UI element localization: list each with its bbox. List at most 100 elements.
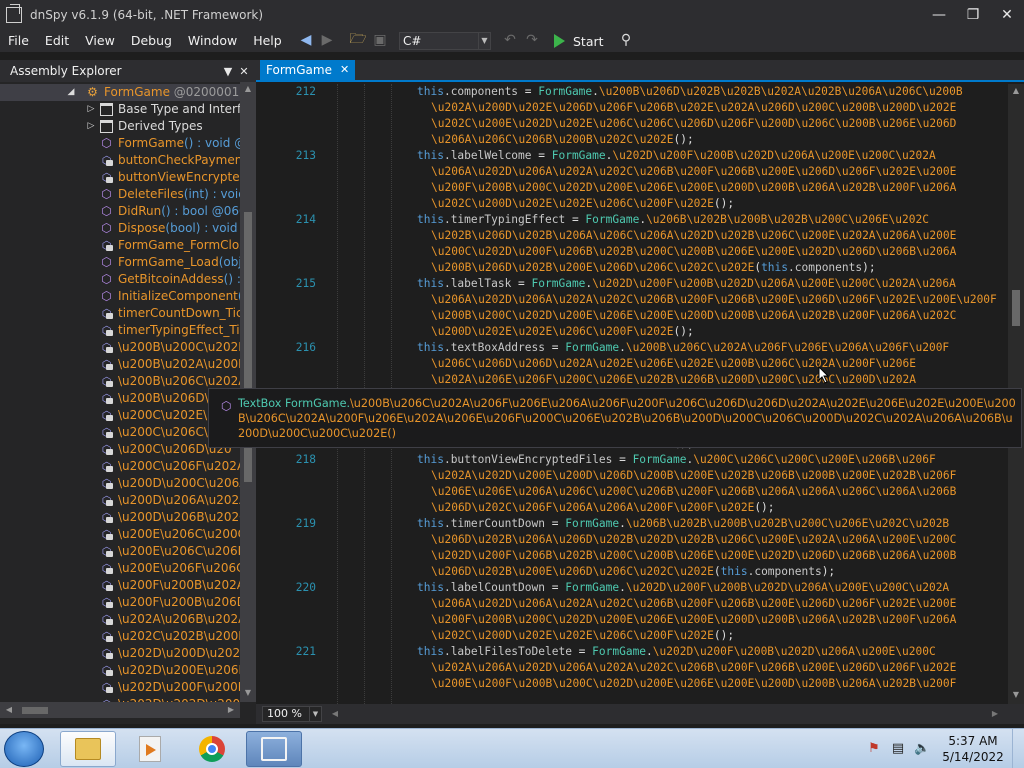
tree-node-name: DeleteFiles [118, 187, 184, 201]
tree-node-member[interactable]: ⬡ \u200B\u200C\u202E\ [0, 339, 240, 356]
tree-node-member[interactable]: ⬡ \u202D\u200F\u200B\ [0, 679, 240, 696]
tree-node-member[interactable]: ⬡ \u200B\u202A\u200E\ [0, 356, 240, 373]
action-center-flag-icon[interactable]: ⚑ [866, 741, 882, 757]
tree-node-member[interactable]: ⬡ \u202D\u200D\u202D\ [0, 645, 240, 662]
tree-node-member[interactable]: ⬡ DidRun() : bool @0600 [0, 203, 240, 220]
tree-node-folder[interactable]: ▷ Derived Types [0, 118, 240, 135]
network-icon[interactable]: ▤ [890, 741, 906, 757]
search-icon[interactable]: ⚲ [617, 31, 635, 49]
tree-node-member[interactable]: ⬡\u200C\u202E\u206 [0, 407, 240, 424]
tree-node-member[interactable]: ⬡ buttonViewEncryptedF [0, 169, 240, 186]
zoom-select[interactable]: 100 % ▼ [262, 706, 322, 722]
tree-node-name: buttonViewEncryptedF [118, 170, 240, 184]
code-text: \u206A\u202D\u206A\u202A\u202C\u206B\u20… [431, 292, 997, 308]
tab-formgame[interactable]: FormGame ✕ [260, 60, 356, 80]
editor-horizontal-scrollbar[interactable]: ◀ ▶ [328, 706, 1008, 722]
scroll-down-icon[interactable]: ▼ [240, 688, 256, 697]
windows-taskbar: ⚑ ▤ 🔈 5:37 AM 5/14/2022 [0, 728, 1024, 768]
close-icon[interactable]: ✕ [990, 0, 1024, 30]
scroll-up-icon[interactable]: ▲ [1008, 86, 1024, 95]
scroll-right-icon[interactable]: ▶ [224, 702, 238, 718]
tree-node-member[interactable]: ⬡\u200C\u206D\u20 [0, 441, 240, 458]
code-token: = [545, 581, 566, 594]
title-bar: dnSpy v6.1.9 (64-bit, .NET Framework) — … [0, 0, 1024, 30]
taskbar-dnspy[interactable] [246, 731, 302, 767]
code-text: \u206A\u206C\u206B\u200B\u202C\u202E(); [431, 132, 694, 148]
tree-node-member[interactable]: ⬡ \u200D\u206A\u202A\ [0, 492, 240, 509]
code-token: \u200D\u202E\u202E\u206C\u200F\u202E [431, 325, 674, 338]
volume-icon[interactable]: 🔈 [914, 741, 930, 757]
tree-node-member[interactable]: ⬡ \u200E\u206C\u200C\ [0, 526, 240, 543]
panel-menu-icon[interactable]: ▼ [220, 62, 236, 80]
tree-node-member[interactable]: ⬡ \u200F\u200B\u206D\ [0, 594, 240, 611]
back-arrow-icon[interactable]: ◀ [297, 31, 315, 49]
tree-node-member[interactable]: ⬡\u200B\u206D\u202E [0, 390, 240, 407]
close-tab-icon[interactable]: ✕ [340, 60, 349, 80]
taskbar-chrome[interactable] [184, 731, 240, 767]
tree-node-member[interactable]: ⬡ \u202D\u200E\u206D\ [0, 662, 240, 679]
tree-node-member[interactable]: ⬡ \u200D\u206B\u202C\ [0, 509, 240, 526]
tree-node-member[interactable]: ⬡ \u202C\u202B\u200B\ [0, 628, 240, 645]
system-clock[interactable]: 5:37 AM 5/14/2022 [940, 733, 1006, 765]
expand-icon[interactable]: ▷ [86, 118, 96, 135]
menu-file[interactable]: File [0, 30, 37, 52]
panel-close-icon[interactable]: ✕ [236, 62, 252, 80]
tree-node-formgame[interactable]: ◢ ⚙ FormGame @02000012 [0, 84, 240, 101]
tree-hscroll-thumb[interactable] [22, 707, 48, 714]
scroll-left-icon[interactable]: ◀ [2, 702, 16, 718]
code-token: this [417, 213, 444, 226]
expand-icon[interactable]: ▷ [86, 101, 96, 118]
tree-node-name: \u200B\u206C\u202A\ [118, 374, 240, 388]
menu-help[interactable]: Help [245, 30, 290, 52]
forward-arrow-icon[interactable]: ▶ [318, 31, 336, 49]
taskbar-file-explorer[interactable] [60, 731, 116, 767]
tree-node-member[interactable]: ⬡ \u200C\u206F\u202A\ [0, 458, 240, 475]
tree-node-member[interactable]: ⬡ \u200E\u206F\u206C\ [0, 560, 240, 577]
menu-debug[interactable]: Debug [123, 30, 180, 52]
tree-node-member[interactable]: ⬡ FormGame() : void @0 [0, 135, 240, 152]
tree-node-member[interactable]: ⬡ FormGame_Load(obje [0, 254, 240, 271]
scroll-down-icon[interactable]: ▼ [1008, 690, 1024, 699]
open-folder-icon[interactable]: 🗁 [349, 31, 367, 49]
minimize-icon[interactable]: — [922, 0, 956, 30]
scroll-up-icon[interactable]: ▲ [240, 84, 256, 93]
start-debug-button[interactable]: Start [554, 31, 604, 51]
tree-node-member[interactable]: ⬡ DeleteFiles(int) : void ( [0, 186, 240, 203]
lock-icon [106, 432, 113, 438]
tree-node-label: DeleteFiles(int) : void ( [118, 186, 240, 203]
windows-start-button[interactable] [4, 731, 44, 767]
tree-node-member[interactable]: ⬡ \u202A\u206B\u202A\ [0, 611, 240, 628]
scroll-right-icon[interactable]: ▶ [988, 706, 1002, 722]
menu-window[interactable]: Window [180, 30, 245, 52]
maximize-icon[interactable]: ❐ [956, 0, 990, 30]
menu-edit[interactable]: Edit [37, 30, 77, 52]
tree-node-member[interactable]: ⬡\u200C\u206C\u20 [0, 424, 240, 441]
taskbar-media-player[interactable] [122, 731, 178, 767]
tree-node-member[interactable]: ⬡ timerTypingEffect_Tic [0, 322, 240, 339]
tree-node-member[interactable]: ⬡ \u200B\u206C\u202A\ [0, 373, 240, 390]
tree-node-member[interactable]: ⬡ InitializeComponent() [0, 288, 240, 305]
undo-icon[interactable]: ↶ [501, 31, 519, 49]
redo-icon[interactable]: ↷ [523, 31, 541, 49]
tree-node-member[interactable]: ⬡ timerCountDown_Tick [0, 305, 240, 322]
tree-node-member[interactable]: ⬡ \u200E\u206C\u206D\ [0, 543, 240, 560]
tree-node-member[interactable]: ⬡ \u200F\u200B\u202A\ [0, 577, 240, 594]
collapse-icon[interactable]: ◢ [66, 84, 76, 101]
language-select[interactable]: C# ▼ [399, 32, 491, 50]
code-token: \u206E\u206E\u206A\u206C\u200C\u206B\u20… [431, 485, 957, 498]
menu-view[interactable]: View [77, 30, 123, 52]
tree-node-signature: () : bool @0600 [161, 204, 240, 218]
code-token: this [761, 261, 789, 274]
save-icon[interactable]: ▣ [371, 31, 389, 49]
show-desktop-button[interactable] [1012, 729, 1024, 768]
tree-node-member[interactable]: ⬡ \u200D\u200C\u206A\ [0, 475, 240, 492]
tree-node-folder[interactable]: ▷ Base Type and Interfaces [0, 101, 240, 118]
code-token: \u206A\u202D\u206A\u202A\u202C\u206B\u20… [431, 293, 997, 306]
tree-node-member[interactable]: ⬡ FormGame_FormClosi [0, 237, 240, 254]
tree-node-member[interactable]: ⬡ Dispose(bool) : void @ [0, 220, 240, 237]
scroll-left-icon[interactable]: ◀ [328, 706, 342, 722]
tree-node-member[interactable]: ⬡ GetBitcoinAddess() : s [0, 271, 240, 288]
tree-horizontal-scrollbar[interactable]: ◀ ▶ [0, 702, 240, 718]
tree-node-member[interactable]: ⬡ buttonCheckPayment [0, 152, 240, 169]
editor-scroll-thumb[interactable] [1012, 290, 1020, 326]
